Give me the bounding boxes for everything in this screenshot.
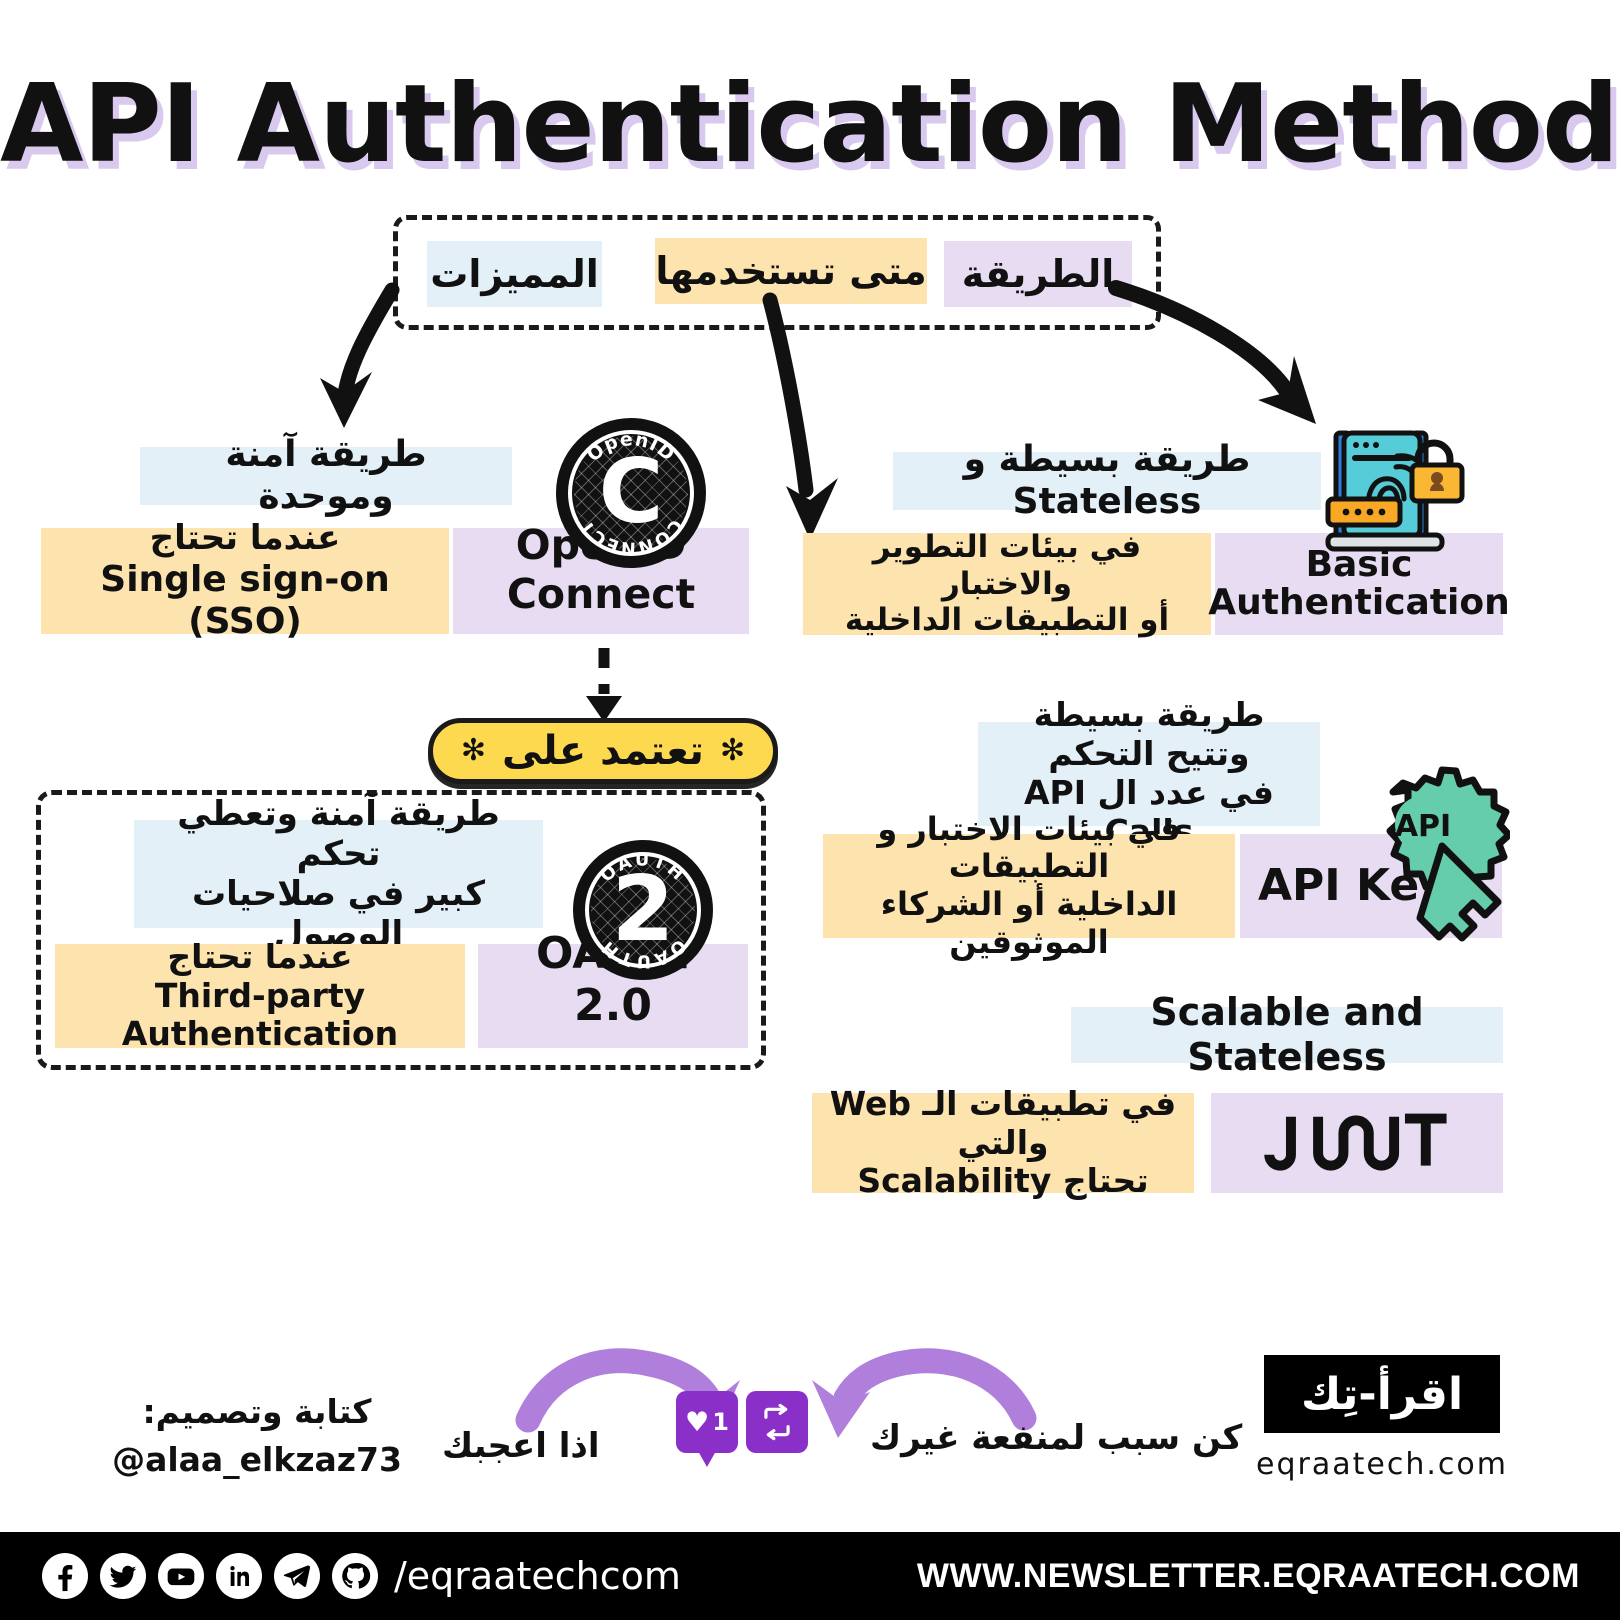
basic-name-line2: Authentication xyxy=(1208,582,1510,623)
svg-text:OAUTH: OAUTH xyxy=(597,850,690,886)
legend-item-when-to-use: متى تستخدمها xyxy=(655,238,927,304)
jwt-name-chip xyxy=(1211,1093,1503,1193)
svg-text:OAUTH: OAUTH xyxy=(597,935,690,971)
openid-badge-arc-text: OpenID CONNECT xyxy=(576,429,686,558)
cta-left-text: اذا اعجبك xyxy=(442,1426,600,1466)
openid-when-chip: عندما تحتاج Single sign-on (SSO) xyxy=(41,518,449,642)
social-links xyxy=(42,1553,378,1599)
oauth-badge-arc-text: OAUTH OAUTH xyxy=(597,850,690,971)
jwt-logo xyxy=(1264,1113,1447,1171)
jwt-when-line1: في تطبيقات الـ Web والتي xyxy=(829,1083,1177,1162)
repost-badge[interactable] xyxy=(746,1391,808,1453)
oauth-logo-badge: OAUTH OAUTH 2 xyxy=(573,840,713,980)
basic-when-line1: في بيئات التطوير والاختبار xyxy=(872,529,1142,602)
oauth-features-line1: طريقة آمنة وتعطي تحكم xyxy=(177,793,500,874)
openid-logo-badge: OpenID CONNECT C xyxy=(556,418,706,568)
basic-features-chip: طريقة بسيطة و Stateless xyxy=(893,439,1321,522)
openid-when-line1: عندما تحتاج xyxy=(149,518,341,559)
credits-handle: @alaa_elkzaz73 xyxy=(112,1439,402,1479)
basic-when-chip: في بيئات التطوير والاختبار أو التطبيقات … xyxy=(803,529,1211,638)
apikey-when-line2: الداخلية أو الشركاء الموثوقين xyxy=(880,885,1178,961)
oauth-features-chip: طريقة آمنة وتعطي تحكم كبير في صلاحيات ال… xyxy=(134,794,543,954)
jwt-when-chip: في تطبيقات الـ Web والتي تحتاج Scalabili… xyxy=(812,1084,1194,1200)
credits-line1: كتابة وتصميم: xyxy=(142,1392,372,1431)
linkedin-icon[interactable] xyxy=(216,1553,262,1599)
api-key-icon: API xyxy=(1386,766,1510,942)
apikey-when-line1: في بيئات الاختبار و التطبيقات xyxy=(877,809,1181,886)
openid-when-line2: Single sign-on (SSO) xyxy=(100,558,390,643)
github-icon[interactable] xyxy=(332,1553,378,1599)
jwt-features-chip: Scalable and Stateless xyxy=(1071,990,1503,1079)
arrow-depends-on xyxy=(586,648,622,722)
oauth-badge-top-text: OAUTH xyxy=(597,850,687,886)
arrow-features xyxy=(320,282,400,428)
brand-logo: اقرأ-تِك xyxy=(1264,1355,1500,1433)
cta-right-text: كن سبب لمنفعة غيرك xyxy=(870,1418,1243,1458)
basic-when-line2: أو التطبيقات الداخلية xyxy=(844,602,1170,639)
arrow-when-to-use xyxy=(762,292,838,540)
apikey-features-line1: طريقة بسيطة وتتيح التحكم xyxy=(1033,695,1265,774)
oauth-when-chip: عندما تحتاج Third-party Authentication xyxy=(55,937,465,1053)
page-title: API Authentication Methods xyxy=(0,62,1620,187)
legend-item-method: الطريقة xyxy=(944,241,1132,307)
like-count: 1 xyxy=(712,1408,729,1436)
brand-logo-text: اقرأ-تِك xyxy=(1300,1368,1464,1420)
footer-handle[interactable]: /eqraatechcom xyxy=(394,1554,681,1598)
oauth-badge-bottom-text: OAUTH xyxy=(597,935,687,971)
openid-badge-bottom-text: CONNECT xyxy=(576,515,685,558)
footer-bar: /eqraatechcom WWW.NEWSLETTER.EQRAATECH.C… xyxy=(0,1532,1620,1620)
infographic-canvas: API Authentication Methods المميزات متى … xyxy=(0,0,1620,1620)
youtube-icon[interactable] xyxy=(158,1553,204,1599)
oauth-when-line2: Third-party Authentication xyxy=(121,975,399,1054)
oauth-when-line1: عندما تحتاج xyxy=(167,936,353,976)
asterisk-icon-left: ✻ xyxy=(719,733,746,768)
depends-on-pill: ✻ تعتمد على ✻ xyxy=(428,718,778,784)
fingerprint-lock-icon xyxy=(1325,430,1465,552)
api-key-icon-label: API xyxy=(1395,809,1451,844)
svg-text:OpenID: OpenID xyxy=(583,429,679,466)
depends-on-label: تعتمد على xyxy=(502,728,704,774)
telegram-icon[interactable] xyxy=(274,1553,320,1599)
jwt-when-line2: تحتاج Scalability xyxy=(857,1161,1149,1201)
openid-badge-top-text: OpenID xyxy=(583,429,678,466)
engagement-icons: ♥ 1 xyxy=(676,1391,808,1467)
openid-features-chip: طريقة آمنة وموحدة xyxy=(140,434,512,517)
brand-url: eqraatech.com xyxy=(1256,1447,1508,1482)
repost-icon xyxy=(764,1403,790,1441)
heart-icon: ♥ xyxy=(685,1406,710,1438)
apikey-when-chip: في بيئات الاختبار و التطبيقات الداخلية أ… xyxy=(823,810,1235,961)
twitter-icon[interactable] xyxy=(100,1553,146,1599)
footer-newsletter-url[interactable]: WWW.NEWSLETTER.EQRAATECH.COM xyxy=(917,1557,1580,1596)
like-badge[interactable]: ♥ 1 xyxy=(676,1391,738,1467)
svg-text:CONNECT: CONNECT xyxy=(576,515,686,558)
facebook-icon[interactable] xyxy=(42,1553,88,1599)
asterisk-icon-right: ✻ xyxy=(460,733,487,768)
credits: كتابة وتصميم: @alaa_elkzaz73 xyxy=(92,1388,422,1484)
legend-item-features: المميزات xyxy=(427,241,602,307)
